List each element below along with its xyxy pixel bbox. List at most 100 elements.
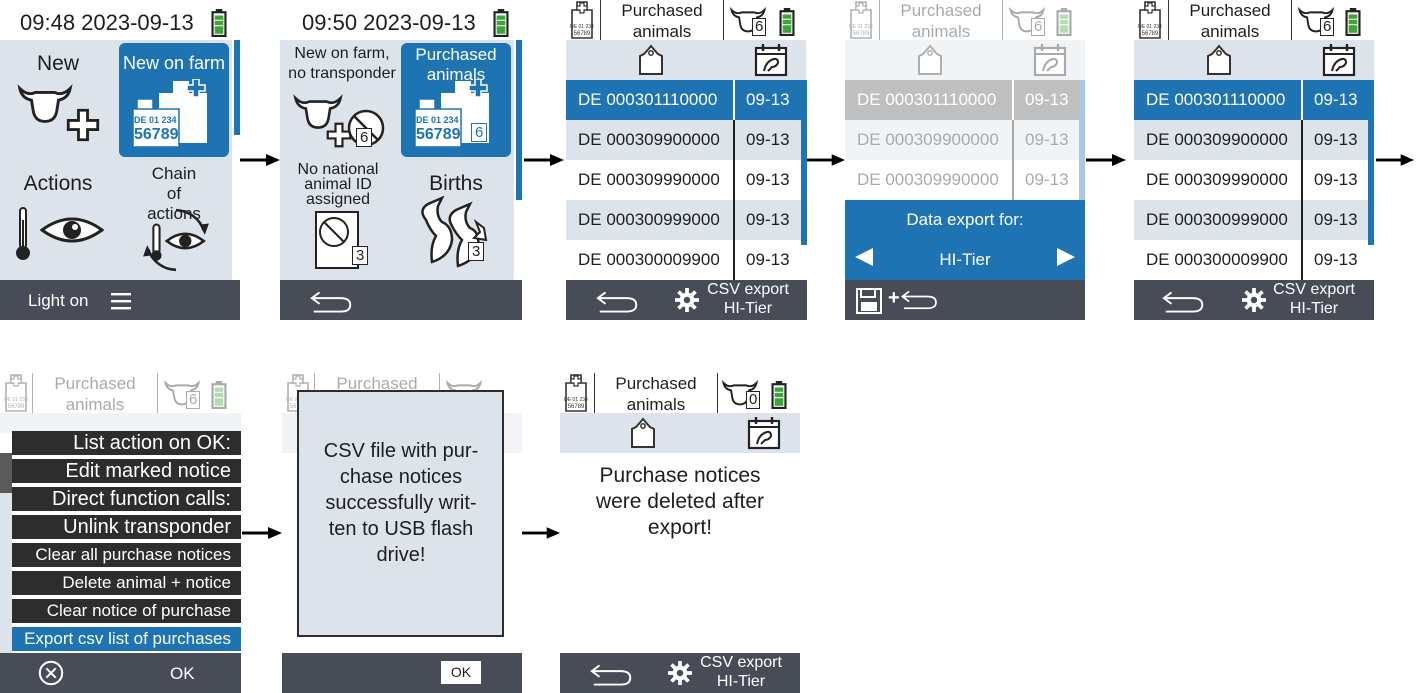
column-header-row bbox=[845, 40, 1085, 80]
export-dialog: Data export for: HI-Tier bbox=[845, 200, 1085, 280]
animal-id: DE 000301110000 bbox=[578, 90, 718, 109]
table-row[interactable]: DE 000300999000 09-13 bbox=[566, 200, 801, 240]
export-target-value[interactable]: HI-Tier bbox=[845, 250, 1085, 270]
csv-export-label[interactable]: CSV export bbox=[698, 281, 798, 299]
tile-label: Births bbox=[429, 172, 483, 195]
table-row[interactable]: DE 000300009900 09-13 bbox=[1134, 240, 1369, 280]
close-circle-icon[interactable] bbox=[37, 659, 65, 687]
gear-icon[interactable] bbox=[1242, 288, 1266, 312]
count-badge: 3 bbox=[468, 242, 485, 261]
eye-icon bbox=[40, 214, 104, 246]
animal-id: DE 000309990000 bbox=[578, 170, 720, 189]
animal-id: DE 000309900000 bbox=[857, 130, 999, 149]
menu-item-edit-marked-notice[interactable]: Edit marked notice bbox=[12, 459, 241, 483]
screen-export-dialog: Purchased animals 6 DE 000301110000 09-13… bbox=[845, 0, 1085, 320]
screen-notices-deleted: Purchased animals 0 Purchase notices wer… bbox=[560, 373, 800, 693]
back-icon[interactable] bbox=[308, 288, 356, 314]
table-row[interactable]: DE 000309990000 09-13 bbox=[566, 160, 801, 200]
ear-tag-icon[interactable] bbox=[1204, 44, 1234, 78]
tile-no-national-id[interactable]: No national animal ID assigned 3 bbox=[280, 160, 398, 280]
battery-icon bbox=[1345, 8, 1361, 36]
animal-id: DE 000300999000 bbox=[1146, 210, 1288, 229]
save-icon[interactable] bbox=[856, 288, 882, 314]
table-row[interactable]: DE 000300999000 09-13 bbox=[1134, 200, 1369, 240]
calendar-icon[interactable] bbox=[1322, 43, 1356, 77]
scrollbar[interactable] bbox=[234, 40, 240, 135]
csv-export-label[interactable]: CSV export bbox=[690, 654, 792, 672]
count-badge: 6 bbox=[1320, 18, 1335, 36]
table-row: DE 000301110000 09-13 bbox=[845, 80, 1080, 120]
tag-text-line1: DE 01 234 bbox=[416, 115, 459, 125]
back-icon[interactable] bbox=[588, 661, 636, 687]
ear-tag-icon[interactable] bbox=[628, 417, 658, 451]
count-badge: 6 bbox=[752, 18, 767, 36]
ok-button[interactable]: OK bbox=[441, 661, 481, 684]
table-row[interactable]: DE 000301110000 09-13 bbox=[1134, 80, 1369, 120]
table-row[interactable]: DE 000300009900 09-13 bbox=[566, 240, 801, 280]
animal-id: DE 000309900000 bbox=[578, 130, 720, 149]
count-badge: 6 bbox=[186, 391, 201, 409]
arrow-right-icon bbox=[242, 527, 282, 539]
gear-icon[interactable] bbox=[668, 661, 692, 685]
calendar-icon[interactable] bbox=[754, 43, 788, 77]
menu-item-delete-animal-notice[interactable]: Delete animal + notice bbox=[12, 571, 241, 595]
back-icon[interactable] bbox=[899, 286, 941, 312]
csv-export-label[interactable]: CSV export bbox=[1264, 281, 1364, 299]
scrollbar[interactable] bbox=[516, 40, 522, 200]
table-row[interactable]: DE 000309900000 09-13 bbox=[566, 120, 801, 160]
ear-tag-icon[interactable] bbox=[636, 44, 666, 78]
back-icon[interactable] bbox=[594, 288, 642, 314]
tile-no-transponder[interactable]: New on farm, no transponder 6 bbox=[280, 40, 398, 160]
list-title: Purchased animals bbox=[32, 373, 158, 414]
calendar-icon[interactable] bbox=[747, 416, 781, 450]
tile-births[interactable]: Births 3 bbox=[398, 160, 514, 280]
gear-icon[interactable] bbox=[675, 288, 699, 312]
ok-button[interactable]: OK bbox=[170, 664, 195, 684]
table-row[interactable]: DE 000301110000 09-13 bbox=[566, 80, 801, 120]
next-option-button[interactable] bbox=[1057, 248, 1075, 266]
back-icon[interactable] bbox=[1160, 288, 1208, 314]
menu-icon[interactable] bbox=[111, 292, 131, 310]
thermometer-icon bbox=[14, 206, 32, 262]
bottom-bar: OK bbox=[282, 653, 522, 693]
battery-icon bbox=[211, 381, 227, 409]
menu-header-direct-calls: Direct function calls: bbox=[12, 487, 241, 511]
column-header-row bbox=[1134, 40, 1374, 80]
arrow-right-icon bbox=[240, 154, 280, 166]
menu-item-clear-notice[interactable]: Clear notice of purchase bbox=[12, 599, 241, 623]
tile-actions[interactable]: Actions bbox=[0, 160, 116, 280]
screen-purchased-list: Purchased animals 6 DE 000301110000 09-13… bbox=[566, 0, 807, 320]
tile-new[interactable]: New bbox=[0, 40, 116, 160]
tile-label: Actions bbox=[23, 172, 93, 195]
date-cell: 09-13 bbox=[1300, 120, 1369, 160]
arrow-right-icon bbox=[807, 154, 845, 166]
menu-item-unlink-transponder[interactable]: Unlink transponder bbox=[12, 515, 241, 539]
tile-label: New on farm bbox=[122, 53, 226, 73]
table-row[interactable]: DE 000309990000 09-13 bbox=[1134, 160, 1369, 200]
tile-purchased-animals[interactable]: Purchased animals DE 01 234 56789 6 bbox=[401, 43, 511, 157]
arrow-right-icon bbox=[1376, 154, 1414, 166]
list-title: Purchased animals bbox=[1168, 0, 1292, 41]
deleted-message: Purchase notices were deleted after expo… bbox=[595, 464, 765, 539]
light-on-button[interactable]: Light on bbox=[28, 291, 89, 311]
ear-tag-plus-icon bbox=[2, 373, 30, 413]
menu-item-clear-all-notices[interactable]: Clear all purchase notices bbox=[12, 543, 241, 567]
bottom-bar: CSV export HI-Tier bbox=[1134, 280, 1374, 320]
tag-text-line2: 56789 bbox=[134, 126, 179, 143]
animal-id: DE 000309990000 bbox=[857, 170, 999, 189]
screen-export-success: Purchased animals CSV file with pur-chas… bbox=[282, 373, 522, 693]
date-cell: 09-13 bbox=[1011, 120, 1080, 160]
animal-id: DE 000309990000 bbox=[1146, 170, 1288, 189]
tile-chain-of-actions[interactable]: Chain of actions bbox=[116, 160, 232, 280]
bottom-bar: CSV export HI-Tier bbox=[566, 280, 807, 320]
tile-new-on-farm[interactable]: New on farm DE 01 234 56789 bbox=[119, 43, 229, 157]
scrollbar[interactable] bbox=[1368, 80, 1374, 245]
column-header-row bbox=[560, 413, 800, 453]
success-dialog: CSV file with pur-chase notices successf… bbox=[297, 390, 504, 637]
date-cell: 09-13 bbox=[732, 200, 801, 240]
bottom-bar: Light on bbox=[0, 280, 240, 320]
arrow-right-icon bbox=[524, 154, 564, 166]
menu-item-export-csv[interactable]: Export csv list of purchases bbox=[12, 627, 241, 651]
menu-header-list-action: List action on OK: bbox=[12, 431, 241, 455]
table-row[interactable]: DE 000309900000 09-13 bbox=[1134, 120, 1369, 160]
